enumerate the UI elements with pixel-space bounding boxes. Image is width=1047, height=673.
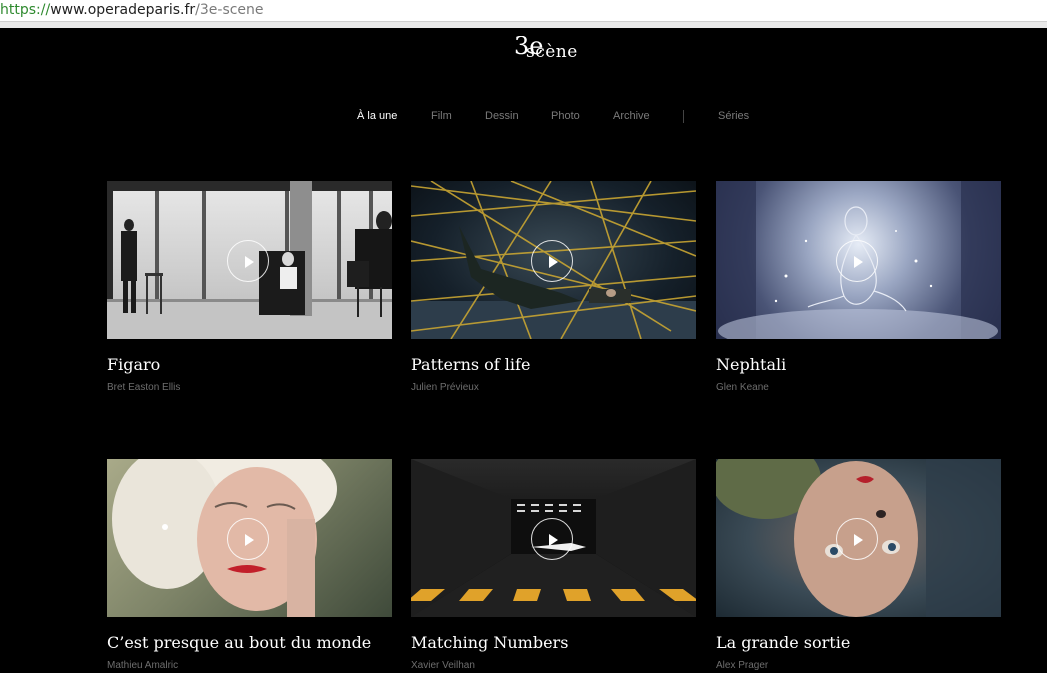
nav-item-a-la-une[interactable]: À la une [357,108,397,124]
video-thumbnail[interactable] [411,459,696,617]
url-scheme: https:// [0,2,51,18]
video-title[interactable]: C’est presque au bout du monde [107,633,371,653]
play-icon[interactable] [836,240,878,282]
url-path: /3e-scene [195,2,264,18]
video-card[interactable]: La grande sortie Alex Prager [716,459,1001,673]
nav-item-dessin[interactable]: Dessin [485,108,519,124]
video-author: Xavier Veilhan [411,660,475,671]
logo-word: scène [526,42,578,62]
video-card[interactable]: Patterns of life Julien Prévieux [411,181,696,396]
toolbar-divider [0,22,1047,28]
video-author: Alex Prager [716,660,769,671]
video-author: Mathieu Amalric [107,660,179,671]
nav-item-film[interactable]: Film [431,108,452,124]
play-icon[interactable] [227,518,269,560]
url-host: www.operadeparis.fr [50,2,196,18]
address-bar[interactable]: https://www.operadeparis.fr/3e-scene [0,0,1047,22]
nav-divider [683,110,684,123]
play-icon[interactable] [531,518,573,560]
video-thumbnail[interactable] [716,459,1001,617]
video-title[interactable]: Matching Numbers [411,633,568,653]
play-icon[interactable] [227,240,269,282]
nav-item-archive[interactable]: Archive [613,108,650,124]
video-title[interactable]: Patterns of life [411,355,530,375]
video-card[interactable]: Figaro Bret Easton Ellis [107,181,392,396]
play-icon[interactable] [836,518,878,560]
video-card[interactable]: Matching Numbers Xavier Veilhan [411,459,696,673]
video-card[interactable]: Nephtali Glen Keane [716,181,1001,396]
video-title[interactable]: Figaro [107,355,160,375]
nav-item-photo[interactable]: Photo [551,108,580,124]
video-title[interactable]: La grande sortie [716,633,850,653]
video-author: Bret Easton Ellis [107,382,181,393]
video-title[interactable]: Nephtali [716,355,786,375]
video-card[interactable]: C’est presque au bout du monde Mathieu A… [107,459,392,673]
category-nav: À la une Film Dessin Photo Archive Série… [0,108,1047,126]
video-thumbnail[interactable] [716,181,1001,339]
nav-item-series[interactable]: Séries [718,108,749,124]
play-icon[interactable] [531,240,573,282]
video-author: Julien Prévieux [411,382,479,393]
video-thumbnail[interactable] [107,181,392,339]
video-thumbnail[interactable] [107,459,392,617]
site-logo[interactable]: 3e scène [512,36,594,62]
video-thumbnail[interactable] [411,181,696,339]
video-author: Glen Keane [716,382,769,393]
